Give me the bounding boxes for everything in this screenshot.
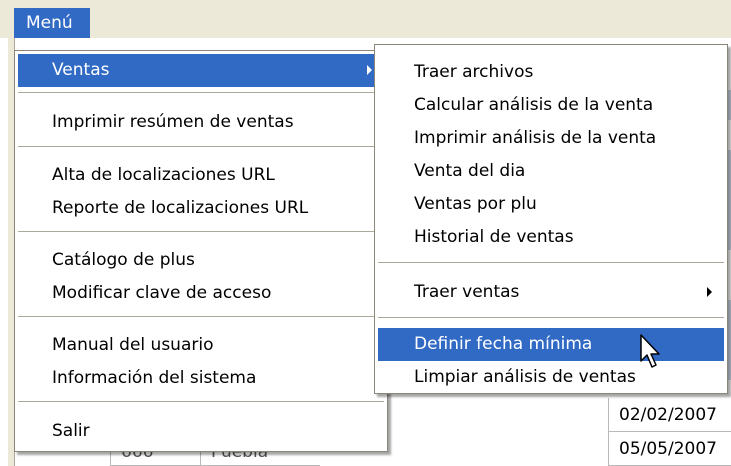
submenu-item-limpiar-analisis[interactable]: Limpiar análisis de ventas (378, 361, 724, 394)
submenu-item-calcular-analisis[interactable]: Calcular análisis de la venta (378, 89, 724, 122)
menu-separator (378, 262, 724, 264)
table-cell-date: 02/02/2007 (608, 398, 731, 432)
ventas-submenu: Traer archivos Calcular análisis de la v… (374, 44, 728, 394)
menu-separator (18, 231, 384, 233)
mouse-cursor-icon (640, 334, 660, 368)
menu-item-salir[interactable]: Salir (18, 415, 384, 448)
menu-bar-item-menu[interactable]: Menú (14, 8, 90, 38)
menu-item-reporte-localizaciones[interactable]: Reporte de localizaciones URL (18, 192, 384, 225)
table-cell-date: 05/05/2007 (608, 432, 731, 466)
menu-item-manual-usuario[interactable]: Manual del usuario (18, 329, 384, 362)
menu-separator (378, 317, 724, 319)
main-menu-dropdown: Ventas Imprimir resúmen de ventas Alta d… (14, 50, 388, 452)
menu-separator (18, 401, 384, 403)
menu-separator (18, 146, 384, 148)
submenu-item-venta-del-dia[interactable]: Venta del dia (378, 155, 724, 188)
menu-item-alta-localizaciones[interactable]: Alta de localizaciones URL (18, 159, 384, 192)
menu-item-label: Ventas (52, 60, 110, 80)
submenu-item-definir-fecha[interactable]: Definir fecha mínima (378, 328, 724, 361)
menu-item-informacion-sistema[interactable]: Información del sistema (18, 362, 384, 395)
menu-item-label: Traer ventas (414, 282, 520, 302)
menu-item-imprimir-resumen[interactable]: Imprimir resúmen de ventas (18, 106, 384, 139)
submenu-arrow-icon (367, 65, 372, 75)
submenu-item-historial-ventas[interactable]: Historial de ventas (378, 221, 724, 254)
menu-separator (18, 92, 384, 94)
submenu-item-imprimir-analisis[interactable]: Imprimir análisis de la venta (378, 122, 724, 155)
menu-separator (18, 316, 384, 318)
submenu-item-ventas-por-plu[interactable]: Ventas por plu (378, 188, 724, 221)
submenu-item-traer-ventas[interactable]: Traer ventas (378, 276, 724, 309)
menu-item-modificar-clave[interactable]: Modificar clave de acceso (18, 277, 384, 310)
menu-item-catalogo-plus[interactable]: Catálogo de plus (18, 244, 384, 277)
menu-item-ventas[interactable]: Ventas (18, 54, 384, 87)
submenu-item-traer-archivos[interactable]: Traer archivos (378, 56, 724, 89)
submenu-arrow-icon (707, 287, 712, 297)
menu-bar: Menú (0, 0, 731, 39)
